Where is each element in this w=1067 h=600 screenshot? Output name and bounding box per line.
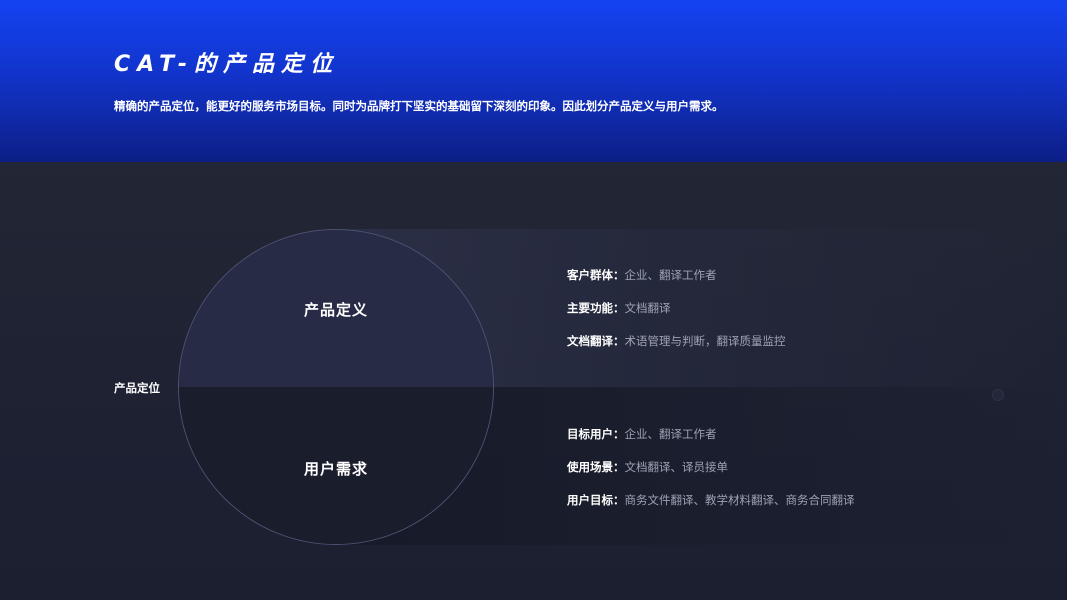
needs-item-key: 目标用户： [567,427,625,441]
user-needs-label: 用户需求 [303,460,368,478]
needs-item-key: 使用场景： [567,460,625,474]
definition-item-value: 企业、翻译工作者 [624,268,717,282]
definition-item: 文档翻译：术语管理与判断，翻译质量监控 [567,334,786,348]
needs-item: 使用场景：文档翻译、译员接单 [567,460,728,474]
product-definition-label: 产品定义 [303,301,368,319]
needs-item-key: 用户目标： [567,493,625,507]
needs-item: 目标用户：企业、翻译工作者 [567,427,717,441]
needs-item-value: 文档翻译、译员接单 [624,460,729,474]
needs-item: 用户目标：商务文件翻译、教学材料翻译、商务合同翻译 [567,493,855,507]
needs-item-value: 企业、翻译工作者 [624,427,717,441]
definition-item: 主要功能：文档翻译 [567,301,671,315]
needs-item-value: 商务文件翻译、教学材料翻译、商务合同翻译 [624,493,855,507]
definition-item: 客户群体：企业、翻译工作者 [567,268,717,282]
definition-item-key: 文档翻译： [567,334,625,348]
definition-item-key: 客户群体： [567,268,625,282]
positioning-circle [178,229,494,545]
definition-item-key: 主要功能： [567,301,625,315]
product-positioning-label: 产品定位 [114,381,160,395]
header-banner: CAT-的产品定位 精确的产品定位，能更好的服务市场目标。同时为品牌打下坚实的基… [0,0,1067,162]
decorative-dot-icon [992,389,1004,401]
definition-item-value: 术语管理与判断，翻译质量监控 [624,334,786,348]
definition-item-value: 文档翻译 [624,301,671,315]
page-subtitle: 精确的产品定位，能更好的服务市场目标。同时为品牌打下坚实的基础留下深刻的印象。因… [114,99,724,113]
page-title: CAT-的产品定位 [114,52,339,77]
